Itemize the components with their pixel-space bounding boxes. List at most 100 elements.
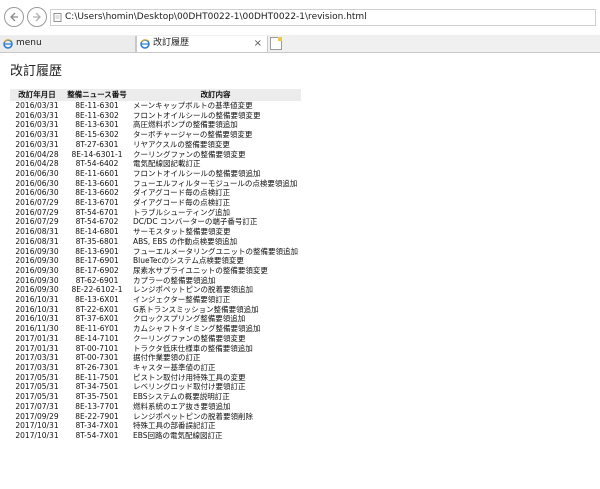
cell-content: フロントオイルシールの整備要領変更 xyxy=(133,110,261,120)
url-field[interactable]: C:\Users\homin\Desktop\00DHT0022-1\00DHT… xyxy=(50,9,596,26)
tab-menu[interactable]: menu xyxy=(0,36,136,52)
cell-content: BlueTecのシステム点検要領変更 xyxy=(133,256,244,266)
table-row: 2016/03/31 8E-11-6301 メーンキャップボルトの基準値変更 xyxy=(10,101,301,111)
cell-content: G系トランスミッション整備要領追加 xyxy=(133,304,259,314)
column-header-content: 改訂内容 xyxy=(130,89,301,101)
cell-date: 2016/06/30 xyxy=(15,178,59,188)
cell-date: 2016/06/30 xyxy=(15,188,59,198)
table-row: 2016/06/30 8E-13-6601 フューエルフィルターモジュールの点検要領… xyxy=(10,179,301,189)
table-row: 2016/07/29 8T-54-6701 トラブルシューティング追加 xyxy=(10,208,301,218)
cell-date: 2016/10/31 xyxy=(15,295,59,305)
cell-news-number: 8T-34-7501 xyxy=(75,382,119,392)
cell-content: カムシャフトタイミング整備要領追加 xyxy=(133,324,261,334)
back-button[interactable] xyxy=(4,7,24,27)
back-arrow-icon xyxy=(10,12,18,22)
cell-date: 2017/09/29 xyxy=(15,411,59,421)
tab-label: 改訂履歴 xyxy=(153,38,190,48)
cell-content: ピストン取付け用特殊工具の変更 xyxy=(133,372,246,382)
cell-news-number: 8T-35-6801 xyxy=(75,236,119,246)
cell-content: 電気配線図記載訂正 xyxy=(133,159,201,169)
cell-date: 2016/03/31 xyxy=(15,110,59,120)
tab-revision-history[interactable]: 改訂履歴 × xyxy=(136,36,268,52)
cell-content: ABS, EBS の作動点検要領追加 xyxy=(133,236,238,246)
cell-content: ダイアグコード毎の点検訂正 xyxy=(133,198,231,208)
table-row: 2017/01/31 8T-00-7101 トラクタ低床仕様車の整備要領追加 xyxy=(10,344,301,354)
table-row: 2016/04/28 8T-54-6402 電気配線図記載訂正 xyxy=(10,159,301,169)
cell-news-number: 8E-17-6902 xyxy=(75,265,119,275)
cell-news-number: 8T-00-7301 xyxy=(75,353,119,363)
cell-content: 据付作業要領の訂正 xyxy=(133,353,201,363)
cell-news-number: 8E-11-7501 xyxy=(75,372,119,382)
page-content: 改訂履歴 改訂年月日 整備ニュース番号 改訂内容 2016/03/31 8E-11… xyxy=(10,60,301,441)
cell-news-number: 8E-22-7901 xyxy=(75,411,119,421)
table-row: 2016/08/31 8T-35-6801 ABS, EBS の作動点検要領追加 xyxy=(10,237,301,247)
cell-date: 2016/03/31 xyxy=(15,101,59,110)
address-bar: C:\Users\homin\Desktop\00DHT0022-1\00DHT… xyxy=(0,0,600,35)
cell-news-number: 8T-27-6301 xyxy=(75,139,119,149)
table-row: 2016/03/31 8E-13-6301 高圧燃料ポンプの整備要領追加 xyxy=(10,120,301,130)
cell-news-number: 8T-37-6X01 xyxy=(75,314,119,324)
table-row: 2016/06/30 8E-13-6602 ダイアグコード毎の点検訂正 xyxy=(10,188,301,198)
cell-news-number: 8E-11-6302 xyxy=(75,110,119,120)
cell-news-number: 8E-13-6901 xyxy=(75,246,119,256)
close-tab-icon[interactable]: × xyxy=(254,36,262,51)
cell-content: フューエルメータリングユニットの整備要領追加 xyxy=(133,246,298,256)
table-row: 2017/03/31 8T-26-7301 キャスター基準値の訂正 xyxy=(10,363,301,373)
table-row: 2016/04/28 8E-14-6301-1 クーリングファンの整備要領変更 xyxy=(10,150,301,160)
cell-date: 2016/09/30 xyxy=(15,265,59,275)
page-icon xyxy=(53,13,62,22)
table-row: 2016/10/31 8T-22-6X01 G系トランスミッション整備要領追加 xyxy=(10,305,301,315)
table-row: 2016/09/30 8E-13-6901 フューエルメータリングユニットの整備要領… xyxy=(10,247,301,257)
cell-date: 2016/08/31 xyxy=(15,227,59,237)
cell-content: クーリングファンの整備要領変更 xyxy=(133,333,246,343)
cell-date: 2017/07/31 xyxy=(15,401,59,411)
cell-content: EBSシステムの概要説明訂正 xyxy=(133,392,230,402)
new-tab-button[interactable] xyxy=(270,37,282,50)
cell-news-number: 8E-13-7701 xyxy=(75,401,119,411)
table-row: 2016/07/29 8T-54-6702 DC/DC コンバーターの端子番号訂正 xyxy=(10,217,301,227)
cell-content: フロントオイルシールの整備要領追加 xyxy=(133,168,261,178)
ie-icon xyxy=(140,39,150,49)
table-row: 2016/07/29 8E-13-6701 ダイアグコード毎の点検訂正 xyxy=(10,198,301,208)
table-row: 2016/06/30 8E-11-6601 フロントオイルシールの整備要領追加 xyxy=(10,169,301,179)
cell-news-number: 8E-13-6301 xyxy=(75,120,119,130)
forward-button[interactable] xyxy=(27,7,47,27)
cell-date: 2017/05/31 xyxy=(15,392,59,402)
cell-content: レベリングロッド取付け要領訂正 xyxy=(133,382,246,392)
cell-date: 2017/01/31 xyxy=(15,333,59,343)
cell-news-number: 8T-62-6901 xyxy=(75,275,119,285)
table-row: 2016/09/30 8E-17-6902 尿素水サプライユニットの整備要領変更 xyxy=(10,266,301,276)
cell-news-number: 8E-11-6601 xyxy=(75,168,119,178)
cell-news-number: 8E-13-6602 xyxy=(75,188,119,198)
cell-date: 2017/01/31 xyxy=(15,343,59,353)
cell-news-number: 8T-54-6701 xyxy=(75,207,119,217)
cell-date: 2016/08/31 xyxy=(15,236,59,246)
table-row: 2017/07/31 8E-13-7701 燃料系統のエア抜き要領追加 xyxy=(10,402,301,412)
cell-date: 2016/09/30 xyxy=(15,285,59,295)
cell-content: クロックスプリング整備要領追加 xyxy=(133,314,246,324)
cell-date: 2016/07/29 xyxy=(15,198,59,208)
cell-news-number: 8T-22-6X01 xyxy=(75,304,119,314)
cell-news-number: 8E-13-6X01 xyxy=(75,295,119,305)
cell-content: トラブルシューティング追加 xyxy=(133,207,231,217)
table-row: 2016/08/31 8E-14-6801 サーモスタット整備要領変更 xyxy=(10,227,301,237)
cell-news-number: 8T-54-6402 xyxy=(75,159,119,169)
cell-news-number: 8E-14-7101 xyxy=(75,333,119,343)
cell-date: 2016/03/31 xyxy=(15,120,59,130)
cell-date: 2016/07/29 xyxy=(15,207,59,217)
url-text: C:\Users\homin\Desktop\00DHT0022-1\00DHT… xyxy=(65,12,367,22)
table-row: 2016/09/30 8E-22-6102-1 レンジポペットピンの脱着要領追加 xyxy=(10,285,301,295)
table-row: 2016/10/31 8T-37-6X01 クロックスプリング整備要領追加 xyxy=(10,314,301,324)
cell-date: 2017/03/31 xyxy=(15,362,59,372)
cell-news-number: 8E-11-6Y01 xyxy=(75,324,119,334)
cell-content: カプラーの整備要領追加 xyxy=(133,275,216,285)
cell-date: 2016/09/30 xyxy=(15,256,59,266)
table-row: 2016/03/31 8T-27-6301 リヤアクスルの整備要領変更 xyxy=(10,140,301,150)
cell-news-number: 8E-14-6301-1 xyxy=(71,149,123,159)
cell-news-number: 8T-34-7X01 xyxy=(75,421,119,431)
table-row: 2016/09/30 8E-17-6901 BlueTecのシステム点検要領変更 xyxy=(10,256,301,266)
cell-date: 2016/09/30 xyxy=(15,246,59,256)
cell-news-number: 8T-54-7X01 xyxy=(75,430,119,440)
cell-date: 2017/05/31 xyxy=(15,372,59,382)
table-header-row: 改訂年月日 整備ニュース番号 改訂内容 xyxy=(10,89,301,101)
